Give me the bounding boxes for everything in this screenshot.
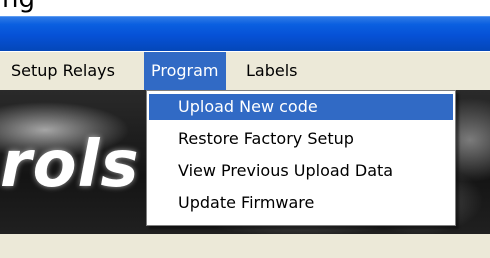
menu-item-restore-factory-setup[interactable]: Restore Factory Setup bbox=[149, 126, 453, 152]
menu-setup-relays[interactable]: Setup Relays bbox=[4, 52, 122, 90]
menu-item-update-firmware[interactable]: Update Firmware bbox=[149, 190, 453, 216]
status-strip bbox=[0, 234, 490, 258]
logo-text: rols bbox=[0, 128, 140, 202]
menu-item-upload-new-code[interactable]: Upload New code bbox=[149, 94, 453, 120]
app-window: ng Setup Relays Program Labels rols Uplo… bbox=[0, 0, 490, 258]
menu-bar: Setup Relays Program Labels bbox=[0, 52, 490, 90]
menu-item-view-previous-upload-data[interactable]: View Previous Upload Data bbox=[149, 158, 453, 184]
program-dropdown-menu: Upload New code Restore Factory Setup Vi… bbox=[146, 90, 456, 226]
title-bar[interactable] bbox=[0, 16, 490, 51]
header-text-fragment: ng bbox=[2, 0, 35, 12]
menu-labels[interactable]: Labels bbox=[239, 52, 305, 90]
menu-program[interactable]: Program bbox=[144, 52, 226, 90]
